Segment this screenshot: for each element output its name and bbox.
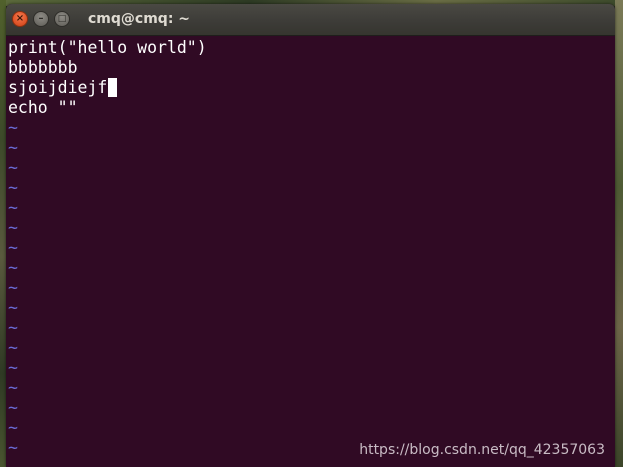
maximize-icon: □ bbox=[57, 14, 67, 24]
empty-line-marker: ~ bbox=[8, 398, 18, 417]
minimize-button[interactable]: – bbox=[33, 11, 49, 27]
window-titlebar[interactable]: × – □ cmq@cmq: ~ bbox=[6, 4, 615, 36]
empty-line-marker: ~ bbox=[8, 318, 18, 337]
empty-line-marker: ~ bbox=[8, 358, 18, 377]
empty-line-marker: ~ bbox=[8, 258, 18, 277]
editor-line: sjoijdiejf bbox=[8, 78, 118, 98]
window-title: cmq@cmq: ~ bbox=[88, 11, 191, 27]
editor-line: print("hello world") bbox=[8, 38, 207, 57]
editor-line-text: sjoijdiejf bbox=[8, 78, 108, 97]
empty-line-marker: ~ bbox=[8, 198, 18, 217]
empty-line-marker: ~ bbox=[8, 418, 18, 437]
editor-line: echo "" bbox=[8, 98, 78, 117]
empty-line-marker: ~ bbox=[8, 278, 18, 297]
watermark: https://blog.csdn.net/qq_42357063 bbox=[359, 442, 605, 458]
terminal-window: × – □ cmq@cmq: ~ print("hello world") bb… bbox=[6, 4, 615, 467]
empty-line-marker: ~ bbox=[8, 118, 18, 137]
text-cursor bbox=[108, 78, 118, 97]
terminal-content[interactable]: print("hello world") bbbbbbb sjoijdiejf … bbox=[6, 36, 615, 467]
close-icon: × bbox=[15, 13, 25, 24]
editor-line: bbbbbbb bbox=[8, 58, 78, 77]
desktop-background-right bbox=[615, 0, 623, 467]
empty-line-marker: ~ bbox=[8, 138, 18, 157]
empty-line-marker: ~ bbox=[8, 378, 18, 397]
minimize-icon: – bbox=[38, 13, 44, 24]
empty-line-marker: ~ bbox=[8, 158, 18, 177]
empty-line-marker: ~ bbox=[8, 178, 18, 197]
empty-line-marker: ~ bbox=[8, 298, 18, 317]
close-button[interactable]: × bbox=[12, 11, 28, 27]
empty-line-marker: ~ bbox=[8, 238, 18, 257]
maximize-button[interactable]: □ bbox=[54, 11, 70, 27]
empty-line-marker: ~ bbox=[8, 338, 18, 357]
empty-line-marker: ~ bbox=[8, 218, 18, 237]
empty-line-marker: ~ bbox=[8, 438, 18, 457]
